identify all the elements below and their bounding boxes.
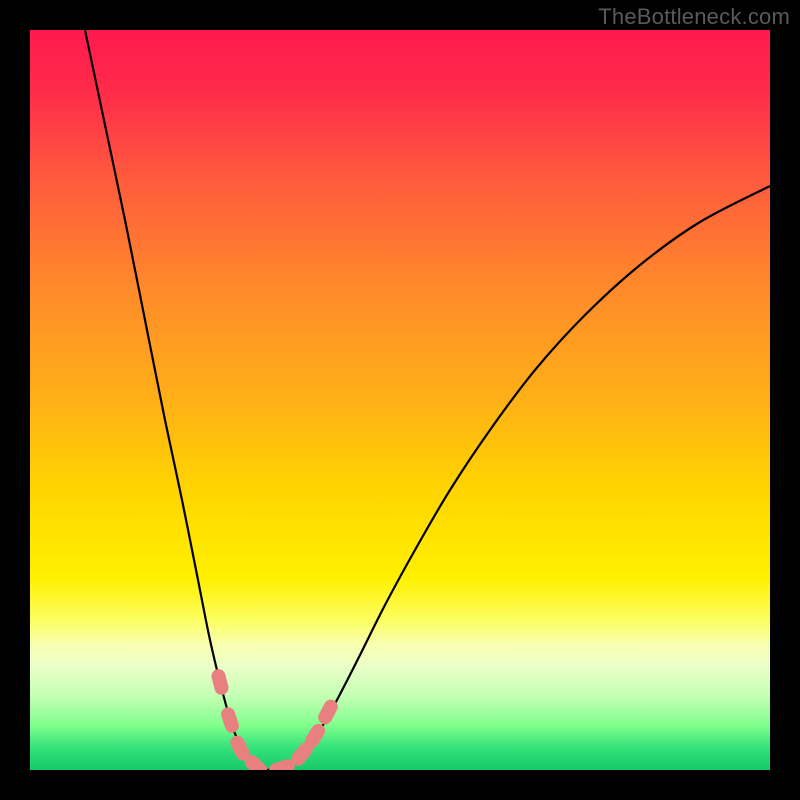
bottleneck-chart xyxy=(30,30,770,770)
chart-svg xyxy=(30,30,770,770)
watermark-text: TheBottleneck.com xyxy=(598,4,790,30)
chart-background xyxy=(30,30,770,770)
